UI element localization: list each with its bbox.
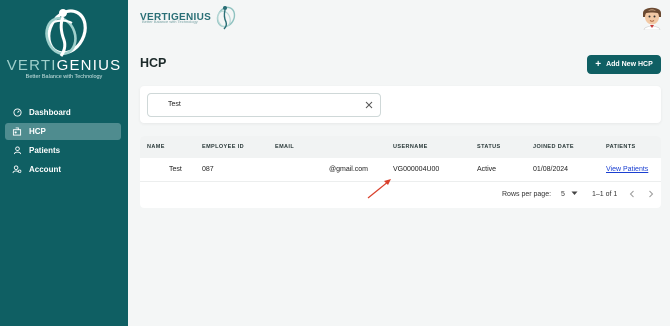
sidebar-item-label: HCP	[29, 127, 46, 136]
sidebar-logo: VERTIGENIUS Better Balance with Technolo…	[0, 6, 128, 80]
view-patients-link[interactable]: View Patients	[606, 166, 648, 173]
chevron-down-icon	[571, 191, 578, 195]
hcp-table: NAME EMPLOYEE ID EMAIL USERNAME STATUS J…	[140, 136, 661, 208]
cell-username: VG000004U00	[393, 166, 440, 173]
cell-email: @gmail.com	[329, 166, 369, 173]
annotation-arrow-icon	[367, 179, 391, 199]
hcp-icon	[12, 127, 22, 137]
sidebar-item-dashboard[interactable]: Dashboard	[5, 104, 121, 121]
column-header-patients: PATIENTS	[606, 144, 636, 150]
sidebar: VERTIGENIUS Better Balance with Technolo…	[0, 0, 128, 326]
cell-joined-date: 01/08/2024	[533, 166, 569, 173]
cell-status: Active	[477, 166, 497, 173]
chevron-right-icon[interactable]	[646, 189, 656, 199]
column-header-status: STATUS	[477, 144, 501, 150]
cell-employee-id: 087	[202, 166, 214, 173]
sidebar-tagline: Better Balance with Technology	[25, 74, 103, 80]
close-icon[interactable]	[364, 100, 374, 110]
user-avatar-icon[interactable]	[640, 4, 664, 31]
column-header-joined-date: JOINED DATE	[533, 144, 574, 150]
add-new-hcp-button[interactable]: + Add New HCP	[587, 55, 661, 74]
account-icon	[12, 165, 22, 175]
column-header-email: EMAIL	[275, 144, 295, 150]
vertigenius-logo-icon	[45, 9, 87, 57]
top-bar: VERTIGENIUS Better Balance with Technolo…	[128, 0, 670, 36]
sidebar-brand: VERTIGENIUS	[6, 57, 122, 74]
search-card: Test	[140, 86, 661, 123]
header-logo: VERTIGENIUS Better Balance with Technolo…	[140, 4, 238, 30]
chevron-left-icon[interactable]	[627, 189, 637, 199]
rows-per-page-select[interactable]: 5	[561, 191, 578, 198]
sidebar-item-label: Patients	[29, 146, 61, 155]
header-tagline: Better Balance with Technology	[142, 19, 198, 24]
sidebar-item-patients[interactable]: Patients	[5, 142, 121, 159]
patients-icon	[12, 146, 22, 156]
pagination-range: 1–1 of 1	[592, 191, 618, 198]
search-input[interactable]: Test	[147, 93, 381, 117]
vertigenius-logo-icon	[216, 6, 236, 30]
column-header-username: USERNAME	[393, 144, 428, 150]
plus-icon: +	[595, 58, 602, 70]
column-header-name: NAME	[147, 144, 165, 150]
table-header: NAME EMPLOYEE ID EMAIL USERNAME STATUS J…	[140, 136, 661, 158]
sidebar-item-label: Dashboard	[29, 108, 71, 117]
sidebar-item-hcp[interactable]: HCP	[5, 123, 121, 140]
rows-per-page-value: 5	[561, 191, 565, 198]
search-value: Test	[168, 101, 181, 108]
sidebar-item-account[interactable]: Account	[5, 161, 121, 178]
cell-name: Test	[169, 166, 182, 173]
pagination: Rows per page: 5 1–1 of 1	[140, 182, 661, 208]
dashboard-icon	[12, 108, 22, 118]
sidebar-item-label: Account	[29, 165, 61, 174]
sidebar-nav: Dashboard HCP Patients Account	[5, 104, 121, 180]
page-title: HCP	[140, 56, 167, 70]
column-header-employee-id: EMPLOYEE ID	[202, 144, 244, 150]
table-row[interactable]: Test 087 @gmail.com VG000004U00 Active 0…	[140, 158, 661, 182]
rows-per-page-label: Rows per page:	[502, 191, 552, 198]
add-new-hcp-label: Add New HCP	[606, 61, 653, 68]
